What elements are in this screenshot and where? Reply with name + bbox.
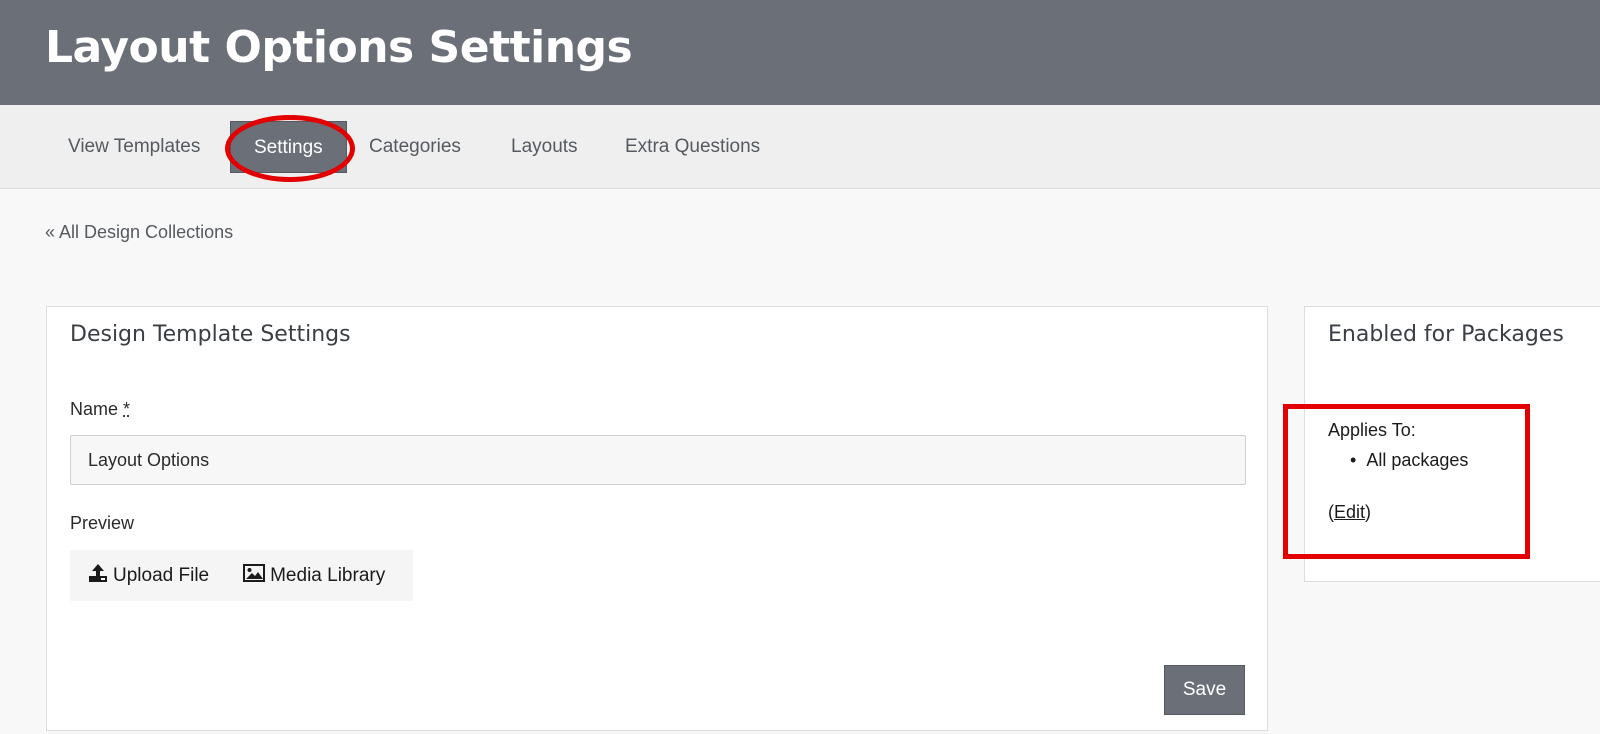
all-design-collections-link[interactable]: « All Design Collections bbox=[45, 222, 233, 243]
upload-file-label: Upload File bbox=[113, 564, 210, 586]
name-input[interactable] bbox=[70, 435, 1246, 485]
page-title: Layout Options Settings bbox=[45, 22, 633, 73]
image-icon bbox=[243, 563, 270, 588]
settings-tab-annotation bbox=[225, 115, 355, 182]
tab-layouts[interactable]: Layouts bbox=[511, 121, 578, 173]
upload-file-button[interactable]: Upload File bbox=[88, 550, 209, 601]
name-label: Name * bbox=[70, 399, 130, 420]
design-template-settings-card: Design Template Settings Name * Preview … bbox=[46, 306, 1268, 731]
required-marker: * bbox=[123, 399, 131, 419]
save-button[interactable]: Save bbox=[1164, 665, 1245, 715]
tab-extra-questions[interactable]: Extra Questions bbox=[625, 121, 760, 173]
preview-label: Preview bbox=[70, 513, 135, 533]
tab-view-templates[interactable]: View Templates bbox=[68, 121, 200, 173]
media-library-label: Media Library bbox=[270, 564, 386, 586]
side-card-title: Enabled for Packages bbox=[1328, 322, 1564, 347]
page-header: Layout Options Settings bbox=[0, 0, 1600, 105]
card-title: Design Template Settings bbox=[70, 322, 351, 347]
preview-button-group: Upload File Media Library bbox=[70, 550, 413, 601]
name-label-text: Name bbox=[70, 399, 119, 419]
upload-icon bbox=[88, 563, 113, 589]
applies-to-annotation bbox=[1283, 404, 1530, 559]
tab-categories[interactable]: Categories bbox=[369, 121, 461, 173]
media-library-button[interactable]: Media Library bbox=[243, 550, 385, 601]
